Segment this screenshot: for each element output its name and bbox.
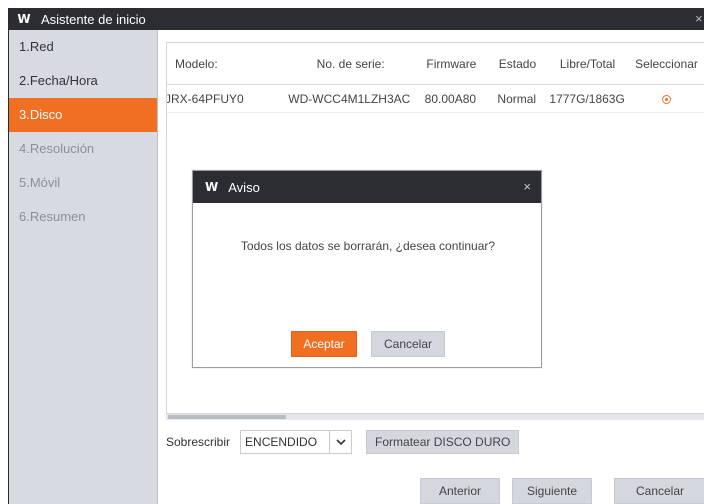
scrollbar-thumb[interactable] (168, 415, 286, 419)
sidebar-item-fecha-hora[interactable]: 2.Fecha/Hora (9, 64, 157, 98)
dialog-titlebar: W Aviso × (193, 171, 541, 203)
background (0, 0, 8, 504)
dialog-accept-button[interactable]: Aceptar (291, 331, 357, 357)
dialog-close-icon[interactable]: × (523, 179, 531, 194)
dialog-message: Todos los datos se borrarán, ¿desea cont… (240, 239, 496, 253)
wizard-steps-sidebar: 1.Red 2.Fecha/Hora 3.Disco 4.Resolución … (9, 30, 157, 504)
table-horizontal-scrollbar[interactable] (166, 414, 704, 420)
overwrite-select[interactable]: ENCENDIDO (240, 430, 353, 454)
overwrite-label: Sobrescribir (166, 435, 231, 449)
cell-model: JRX-64PFUY0 (166, 91, 244, 106)
overwrite-value: ENCENDIDO (245, 435, 318, 449)
select-radio[interactable] (661, 94, 671, 104)
sidebar-item-red[interactable]: 1.Red (9, 30, 157, 64)
cell-state: Normal (497, 91, 537, 106)
disk-controls-row: Sobrescribir ENCENDIDO Formatear DISCO D… (166, 430, 520, 454)
table-row[interactable]: JRX-64PFUY0 WD-WCC4M1LZH3AC 80.00A80 Nor… (167, 85, 704, 113)
next-button[interactable]: Siguiente (512, 478, 592, 504)
window-titlebar: W Asistente de inicio × (9, 8, 704, 30)
cell-serial: WD-WCC4M1LZH3AC (288, 91, 411, 106)
dialog-title: Aviso (228, 179, 260, 195)
format-disk-button[interactable]: Formatear DISCO DURO (366, 430, 520, 454)
chevron-down-icon[interactable] (329, 431, 351, 453)
setup-wizard-window: W Asistente de inicio × 1.Red 2.Fecha/Ho… (8, 8, 704, 504)
header-serial: No. de serie: (316, 56, 385, 71)
sidebar-item-movil: 5.Móvil (19, 175, 61, 190)
sidebar-item-disco[interactable]: 3.Disco (9, 98, 157, 132)
header-state: Estado (498, 56, 537, 71)
brand-logo-icon: W (205, 180, 219, 194)
window-title: Asistente de inicio (41, 11, 146, 27)
warning-dialog: W Aviso × Todos los datos se borrarán, ¿… (192, 170, 542, 368)
table-header-row: Modelo: No. de serie: Firmware Estado Li… (167, 43, 704, 85)
header-model: Modelo: (175, 56, 218, 71)
window-close-icon[interactable]: × (695, 11, 704, 26)
cell-select (627, 92, 704, 106)
sidebar-item-resumen: 6.Resumen (19, 209, 86, 224)
cell-free-total: 1777G/1863G (549, 91, 625, 106)
sidebar-item-resolucion: 4.Resolución (19, 141, 95, 156)
brand-logo-icon: W (17, 12, 31, 26)
header-free-total: Libre/Total (559, 56, 616, 71)
header-select: Seleccionar (635, 56, 698, 71)
header-firmware: Firmware (426, 56, 477, 71)
dialog-cancel-button[interactable]: Cancelar (371, 331, 445, 357)
cancel-button[interactable]: Cancelar (614, 478, 704, 504)
cell-firmware: 80.00A80 (424, 91, 477, 106)
previous-button[interactable]: Anterior (420, 478, 500, 504)
